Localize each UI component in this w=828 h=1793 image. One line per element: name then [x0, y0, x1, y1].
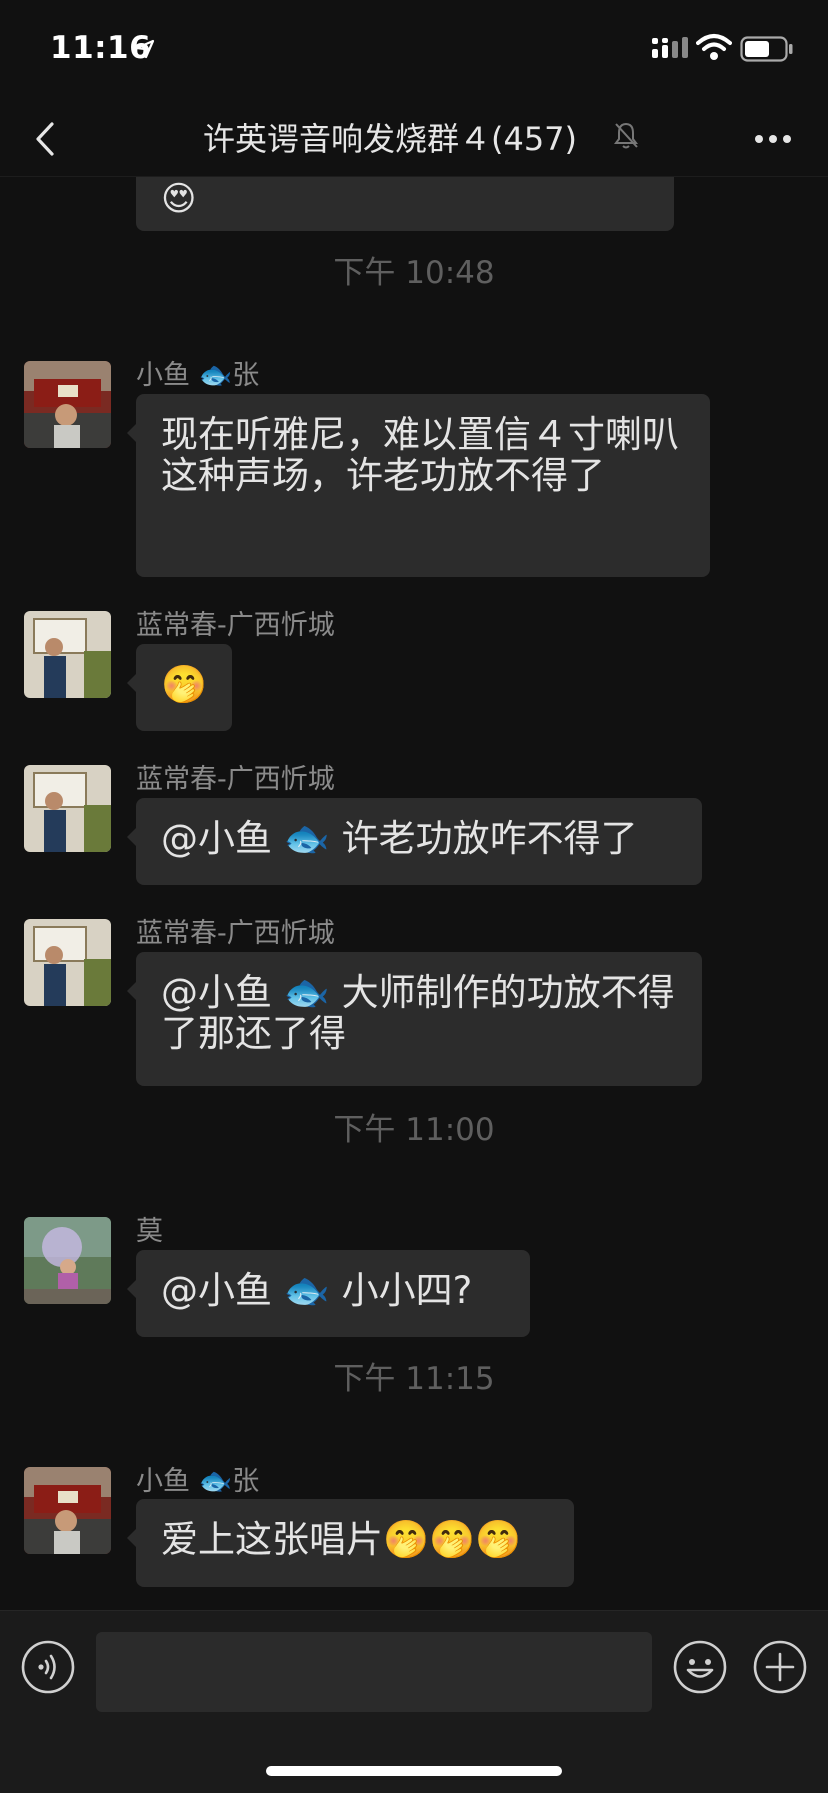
signal-icon	[652, 37, 688, 58]
sender-name: 小鱼 🐟张	[136, 360, 260, 391]
message-bubble[interactable]: 现在听雅尼，难以置信４寸喇叭这种声场，许老功放不得了	[127, 394, 710, 577]
message-bubble[interactable]: @小鱼 🐟 大师制作的功放不得了那还了得	[127, 952, 702, 1086]
nav-bar: 许英谔音响发烧群４(457)	[0, 100, 828, 177]
avatar[interactable]	[24, 919, 111, 1006]
timestamp: 下午 11:00	[333, 1112, 495, 1148]
sender-name: 蓝常春-广西忻城	[136, 610, 335, 641]
avatar[interactable]	[24, 611, 111, 698]
timestamp: 下午 10:48	[333, 255, 495, 291]
message-bubble[interactable]: @小鱼 🐟 许老功放咋不得了	[127, 798, 702, 885]
battery-icon	[740, 36, 793, 62]
chat-messages[interactable]: 😍 下午 10:48 小鱼 🐟张 现在听雅尼，难以置信４寸喇叭这种声场，许老功放…	[0, 177, 828, 1610]
chat-title: 许英谔音响发烧群４(457)	[202, 120, 578, 158]
more-dots-icon[interactable]	[748, 114, 798, 164]
message-input[interactable]	[96, 1632, 652, 1712]
home-indicator[interactable]	[266, 1766, 562, 1776]
plus-icon[interactable]	[752, 1639, 808, 1695]
avatar[interactable]	[24, 361, 111, 448]
location-arrow-icon	[135, 39, 155, 59]
message-bubble[interactable]: 爱上这张唱片🤭🤭🤭	[127, 1499, 574, 1587]
avatar[interactable]	[24, 1217, 111, 1304]
mute-bell-icon	[614, 122, 638, 149]
message-bubble[interactable]: 🤭	[127, 644, 232, 731]
avatar[interactable]	[24, 1467, 111, 1554]
emoji-heart-eyes: 😍	[161, 179, 197, 219]
sender-name: 蓝常春-广西忻城	[136, 764, 335, 795]
status-bar: 11:16	[0, 0, 828, 100]
sender-name: 小鱼 🐟张	[136, 1466, 260, 1497]
wifi-icon	[696, 34, 732, 60]
avatar[interactable]	[24, 765, 111, 852]
voice-icon[interactable]	[20, 1639, 76, 1695]
sender-name: 莫	[136, 1216, 163, 1247]
input-bar	[0, 1610, 828, 1793]
sender-name: 蓝常春-广西忻城	[136, 918, 335, 949]
message-bubble-previous[interactable]: 😍	[136, 177, 674, 231]
back-chevron-icon[interactable]	[24, 114, 70, 164]
message-bubble[interactable]: @小鱼 🐟 小小四?	[127, 1250, 530, 1337]
emoji-face-icon[interactable]	[672, 1639, 728, 1695]
timestamp: 下午 11:15	[333, 1361, 495, 1397]
